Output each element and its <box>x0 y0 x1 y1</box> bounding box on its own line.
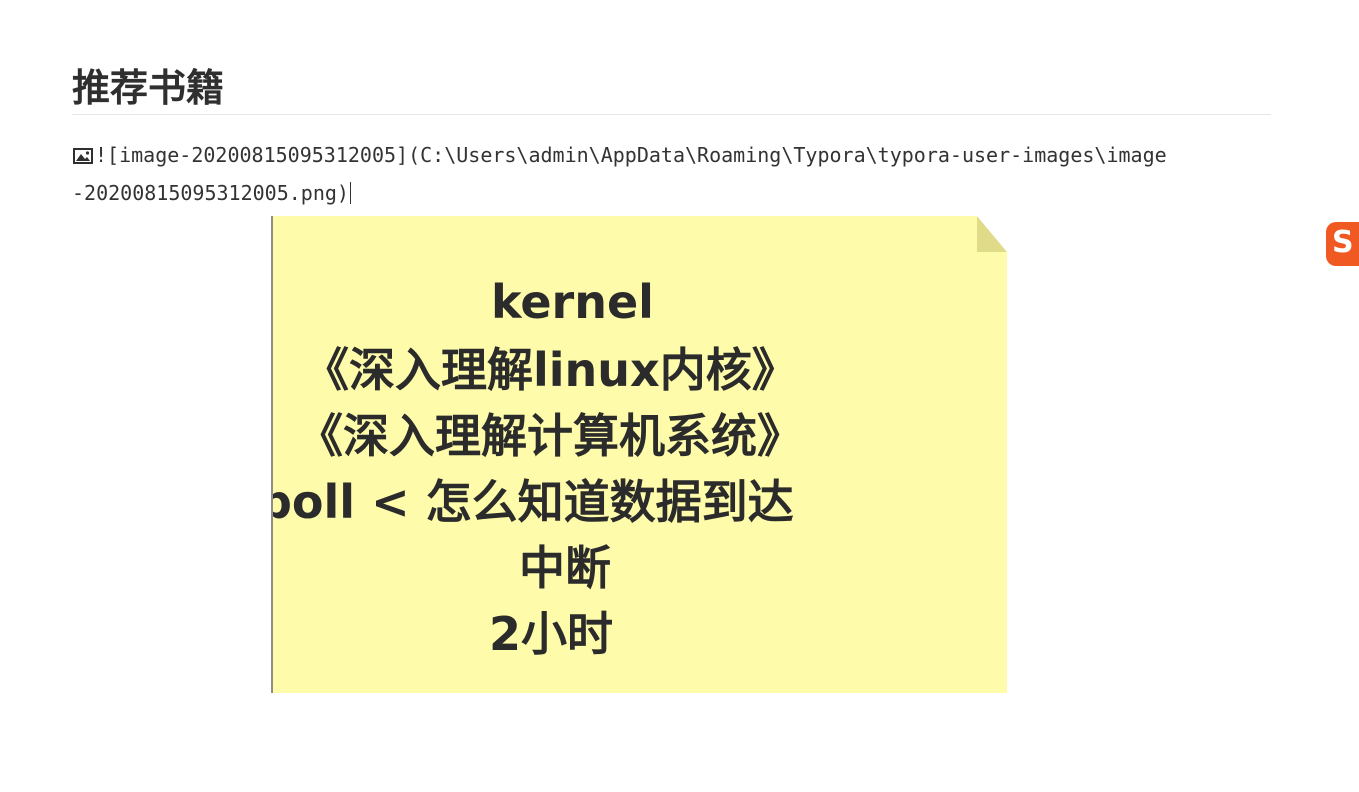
note-line-book-2: 《深入理解计算机系统》 <box>297 409 803 463</box>
note-line-interrupt: 中断 <box>519 541 611 595</box>
text-cursor <box>349 182 351 204</box>
note-line-kernel: kernel <box>491 275 654 329</box>
note-corner-fold-icon <box>977 216 1007 252</box>
sogou-ime-glyph: S <box>1332 225 1354 260</box>
note-line-duration: 2小时 <box>489 607 614 661</box>
sticky-note-image: kernel 《深入理解linux内核》 《深入理解计算机系统》 poll < … <box>271 216 1007 693</box>
image-icon <box>73 148 93 164</box>
image-source-text-2: -20200815095312005.png) <box>72 181 349 205</box>
section-heading: 推荐书籍 <box>72 62 1271 115</box>
image-markdown-source-line-2[interactable]: -20200815095312005.png) <box>72 180 351 206</box>
heading-text: 推荐书籍 <box>72 66 225 110</box>
note-line-book-1: 《深入理解linux内核》 <box>303 343 798 397</box>
sogou-ime-icon[interactable]: S <box>1326 222 1359 266</box>
note-line-poll: poll < 怎么知道数据到达 <box>271 475 794 529</box>
image-source-text-1: ![image-20200815095312005](C:\Users\admi… <box>95 143 1167 167</box>
image-markdown-source-line-1[interactable]: ![image-20200815095312005](C:\Users\admi… <box>72 142 1167 168</box>
